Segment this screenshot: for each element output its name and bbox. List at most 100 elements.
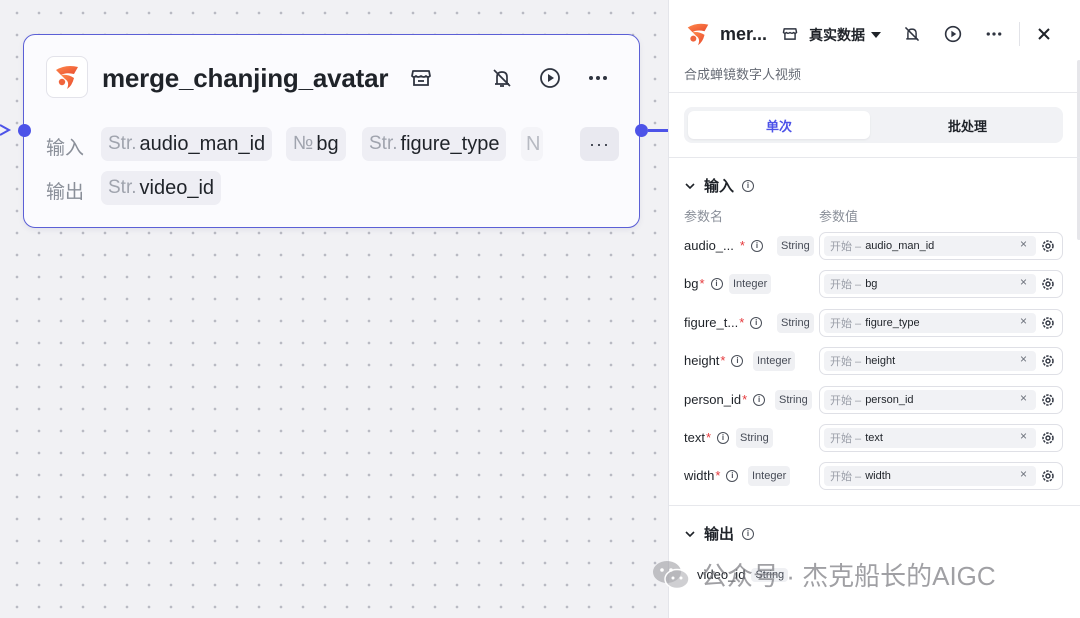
param-row: person_id * i String 开始 – person_id × xyxy=(669,385,1080,415)
node-more-icon[interactable] xyxy=(585,65,611,91)
required-mark: * xyxy=(715,468,721,483)
tab-single[interactable]: 单次 xyxy=(688,111,870,139)
param-name: audio_... xyxy=(684,238,734,253)
output-section-header[interactable]: 输出 i xyxy=(684,523,755,544)
param-value-field[interactable]: 开始 – audio_man_id × xyxy=(819,232,1063,260)
param-value-field[interactable]: 开始 – width × xyxy=(819,462,1063,490)
wechat-icon xyxy=(653,560,690,589)
param-type-badge: Integer xyxy=(729,274,772,294)
clear-icon[interactable]: × xyxy=(1020,314,1027,328)
param-value-field[interactable]: 开始 – text × xyxy=(819,424,1063,452)
required-mark: * xyxy=(705,430,712,445)
info-icon[interactable]: i xyxy=(726,469,739,482)
section-divider xyxy=(669,505,1080,506)
gear-icon[interactable] xyxy=(1040,392,1056,408)
param-name: text xyxy=(684,430,705,445)
param-type-badge: String xyxy=(775,390,812,410)
input-chip-audio-man-id: Str. audio_man_id xyxy=(101,127,273,161)
panel-description: 合成蝉镜数字人视频 xyxy=(684,67,802,82)
watermark-text: 公众号 · 杰克船长的AIGC xyxy=(701,561,996,591)
param-value-field[interactable]: 开始 – figure_type × xyxy=(819,309,1063,337)
watermark: 公众号 · 杰克船长的AIGC xyxy=(651,556,996,593)
node-title: merge_chanjing_avatar xyxy=(102,63,389,93)
panel-run-icon[interactable] xyxy=(943,24,963,44)
param-row: width * i Integer 开始 – width × xyxy=(669,461,1080,491)
param-value-field[interactable]: 开始 – bg × xyxy=(819,270,1063,298)
required-mark: * xyxy=(699,276,705,291)
node-output-label: 输出 xyxy=(46,182,85,203)
required-mark: * xyxy=(739,315,745,330)
info-icon[interactable]: i xyxy=(742,527,755,540)
info-icon[interactable]: i xyxy=(750,239,763,252)
required-mark: * xyxy=(739,238,745,253)
chevron-down-icon xyxy=(685,530,695,537)
input-chip-bg: № bg xyxy=(286,127,346,161)
param-type-badge: String xyxy=(777,313,814,333)
caret-down-icon xyxy=(871,32,881,38)
run-mode-segmented-control: 单次 批处理 xyxy=(684,107,1063,143)
clear-icon[interactable]: × xyxy=(1020,352,1027,366)
required-mark: * xyxy=(742,392,748,407)
required-mark: * xyxy=(720,353,726,368)
param-type-badge: Integer xyxy=(753,351,796,371)
node-input-label: 输入 xyxy=(46,138,85,159)
param-row: bg * i Integer 开始 – bg × xyxy=(669,269,1080,299)
data-mode-label: 真实数据 xyxy=(809,27,865,43)
outgoing-edge xyxy=(648,129,670,132)
info-icon[interactable]: i xyxy=(742,179,755,192)
output-chip-video-id: Str. video_id xyxy=(101,171,222,205)
node-run-icon[interactable] xyxy=(537,65,563,91)
param-name: person_id xyxy=(684,392,742,407)
gear-icon[interactable] xyxy=(1040,353,1056,369)
clear-icon[interactable]: × xyxy=(1020,467,1027,481)
panel-plugin-logo-icon xyxy=(684,20,712,48)
param-row: height * i Integer 开始 – height × xyxy=(669,346,1080,376)
node-inputs-more-button[interactable]: ··· xyxy=(580,127,619,161)
store-icon[interactable] xyxy=(410,67,432,89)
clear-icon[interactable]: × xyxy=(1020,237,1027,251)
gear-icon[interactable] xyxy=(1040,468,1056,484)
panel-test-disabled-icon[interactable] xyxy=(902,24,922,44)
input-chip-truncated: N xyxy=(521,127,543,161)
tab-batch[interactable]: 批处理 xyxy=(876,111,1059,139)
param-value-field[interactable]: 开始 – person_id × xyxy=(819,386,1063,414)
node-output-port[interactable] xyxy=(635,124,648,137)
node-test-panel: mer... 真实数据 合成蝉镜数字人视频 单次 批处理 输入 i 参数名 参数… xyxy=(668,0,1080,618)
data-mode-dropdown[interactable]: 真实数据 xyxy=(809,25,881,45)
info-icon[interactable]: i xyxy=(753,393,766,406)
info-icon[interactable]: i xyxy=(710,277,723,290)
tabs-divider xyxy=(669,157,1080,158)
param-row: figure_t... * i String 开始 – figure_type × xyxy=(669,308,1080,338)
param-name: figure_t... xyxy=(684,315,739,330)
panel-title: mer... xyxy=(720,24,768,44)
node-input-port[interactable] xyxy=(18,124,31,137)
param-row: text * i String 开始 – text × xyxy=(669,423,1080,453)
node-test-disabled-icon[interactable] xyxy=(489,65,515,91)
param-name: bg xyxy=(684,276,699,291)
clear-icon[interactable]: × xyxy=(1020,391,1027,405)
clear-icon[interactable]: × xyxy=(1020,275,1027,289)
close-icon[interactable] xyxy=(1034,24,1054,44)
gear-icon[interactable] xyxy=(1040,430,1056,446)
clear-icon[interactable]: × xyxy=(1020,429,1027,443)
info-icon[interactable]: i xyxy=(717,431,730,444)
panel-store-icon[interactable] xyxy=(780,24,800,44)
column-param-name: 参数名 xyxy=(684,209,724,224)
param-value-field[interactable]: 开始 – height × xyxy=(819,347,1063,375)
input-section-header[interactable]: 输入 i xyxy=(684,175,755,196)
workflow-node-card[interactable]: merge_chanjing_avatar 输入 Str. audio_man_i… xyxy=(23,34,640,228)
header-separator xyxy=(1019,22,1020,46)
info-icon[interactable]: i xyxy=(750,316,763,329)
column-param-value: 参数值 xyxy=(819,209,859,224)
panel-more-icon[interactable] xyxy=(984,24,1004,44)
param-type-badge: String xyxy=(777,236,814,256)
input-chip-figure-type: Str. figure_type xyxy=(362,127,507,161)
param-row: audio_... * i String 开始 – audio_man_id × xyxy=(669,231,1080,261)
param-name: width xyxy=(684,468,715,483)
gear-icon[interactable] xyxy=(1040,238,1056,254)
gear-icon[interactable] xyxy=(1040,276,1056,292)
param-name: height xyxy=(684,353,720,368)
info-icon[interactable]: i xyxy=(731,354,744,367)
header-divider xyxy=(669,92,1080,93)
gear-icon[interactable] xyxy=(1040,315,1056,331)
